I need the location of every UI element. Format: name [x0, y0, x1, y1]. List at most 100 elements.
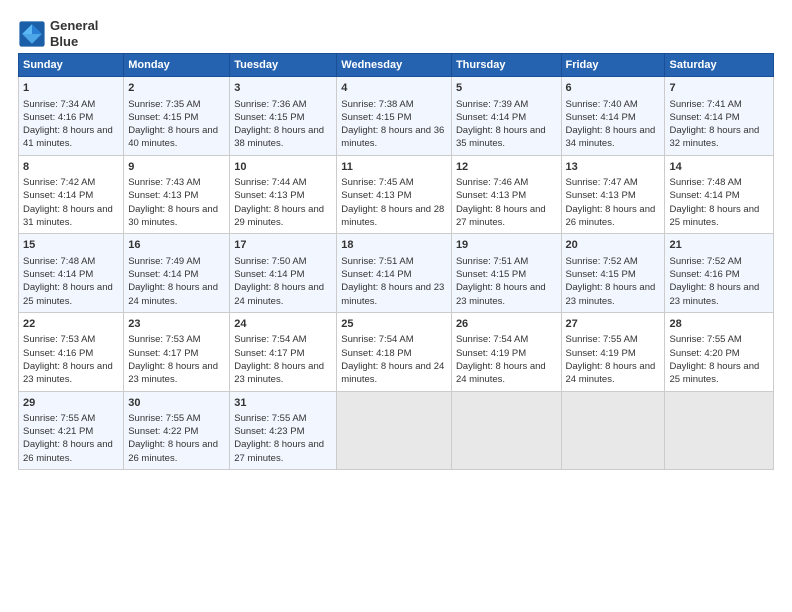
- day-number: 7: [669, 81, 769, 96]
- calendar-cell: [561, 391, 665, 470]
- day-number: 15: [23, 238, 119, 253]
- daylight: Daylight: 8 hours and 40 minutes.: [128, 125, 218, 149]
- calendar-cell: 24Sunrise: 7:54 AMSunset: 4:17 PMDayligh…: [230, 312, 337, 391]
- day-number: 12: [456, 160, 557, 175]
- col-header-wednesday: Wednesday: [337, 54, 452, 77]
- sunrise: Sunrise: 7:54 AM: [456, 334, 528, 345]
- calendar-cell: [451, 391, 561, 470]
- sunrise: Sunrise: 7:42 AM: [23, 177, 95, 188]
- calendar-cell: [337, 391, 452, 470]
- sunrise: Sunrise: 7:55 AM: [23, 413, 95, 424]
- calendar-cell: 13Sunrise: 7:47 AMSunset: 4:13 PMDayligh…: [561, 155, 665, 234]
- sunset: Sunset: 4:19 PM: [456, 348, 526, 359]
- day-number: 1: [23, 81, 119, 96]
- calendar-cell: 18 Sunrise: 7:51 AM Sunset: 4:14 PM Dayligh…: [337, 234, 452, 313]
- sunset: Sunset: 4:14 PM: [669, 190, 739, 201]
- day-number: 24: [234, 317, 332, 332]
- daylight: Daylight: 8 hours and 24 minutes.: [234, 282, 324, 306]
- sunset: Sunset: 4:14 PM: [23, 269, 93, 280]
- calendar-cell: 6Sunrise: 7:40 AMSunset: 4:14 PMDaylight…: [561, 77, 665, 156]
- sunset: Sunset: 4:16 PM: [23, 112, 93, 123]
- daylight: Daylight: 8 hours and 34 minutes.: [566, 125, 656, 149]
- sunrise: Sunrise: 7:51 AM: [341, 256, 413, 267]
- sunrise: Sunrise: 7:55 AM: [566, 334, 638, 345]
- day-number: 28: [669, 317, 769, 332]
- sunset: Sunset: 4:15 PM: [456, 269, 526, 280]
- day-number: 14: [669, 160, 769, 175]
- sunset: Sunset: 4:20 PM: [669, 348, 739, 359]
- daylight: Daylight: 8 hours and 41 minutes.: [23, 125, 113, 149]
- daylight: Daylight: 8 hours and 36 minutes.: [341, 125, 444, 149]
- calendar-cell: 2 Sunrise: 7:35 AM Sunset: 4:15 PM Daylight…: [124, 77, 230, 156]
- daylight: Daylight: 8 hours and 23 minutes.: [566, 282, 656, 306]
- sunset: Sunset: 4:14 PM: [669, 112, 739, 123]
- daylight: Daylight: 8 hours and 23 minutes.: [234, 361, 324, 385]
- day-number: 2: [128, 81, 225, 96]
- calendar-cell: 29Sunrise: 7:55 AMSunset: 4:21 PMDayligh…: [19, 391, 124, 470]
- day-number: 26: [456, 317, 557, 332]
- daylight: Daylight: 8 hours and 23 minutes.: [128, 361, 218, 385]
- calendar-cell: 16Sunrise: 7:49 AMSunset: 4:14 PMDayligh…: [124, 234, 230, 313]
- daylight: Daylight: 8 hours and 25 minutes.: [669, 361, 759, 385]
- calendar-cell: 12Sunrise: 7:46 AMSunset: 4:13 PMDayligh…: [451, 155, 561, 234]
- day-number: 6: [566, 81, 661, 96]
- daylight: Daylight: 8 hours and 23 minutes.: [456, 282, 546, 306]
- daylight: Daylight: 8 hours and 28 minutes.: [341, 204, 444, 228]
- page: General Blue SundayMondayTuesdayWednesda…: [0, 0, 792, 480]
- sunrise: Sunrise: 7:53 AM: [23, 334, 95, 345]
- daylight: Daylight: 8 hours and 26 minutes.: [128, 439, 218, 463]
- daylight: Daylight: 8 hours and 24 minutes.: [456, 361, 546, 385]
- sunset: Sunset: 4:15 PM: [128, 112, 198, 123]
- sunrise: Sunrise: 7:51 AM: [456, 256, 528, 267]
- day-number: 9: [128, 160, 225, 175]
- sunset: Sunset: 4:13 PM: [128, 190, 198, 201]
- col-header-saturday: Saturday: [665, 54, 774, 77]
- sunrise: Sunrise: 7:48 AM: [669, 177, 741, 188]
- sunset: Sunset: 4:14 PM: [23, 190, 93, 201]
- daylight: Daylight: 8 hours and 26 minutes.: [23, 439, 113, 463]
- sunrise: Sunrise: 7:52 AM: [566, 256, 638, 267]
- calendar-cell: 30Sunrise: 7:55 AMSunset: 4:22 PMDayligh…: [124, 391, 230, 470]
- day-number: 31: [234, 396, 332, 411]
- calendar-cell: 20Sunrise: 7:52 AMSunset: 4:15 PMDayligh…: [561, 234, 665, 313]
- logo-icon: [18, 20, 46, 48]
- calendar-cell: 14 Sunrise: 7:48 AM Sunset: 4:14 PM Dayligh…: [665, 155, 774, 234]
- logo: General Blue: [18, 18, 98, 49]
- day-number: 21: [669, 238, 769, 253]
- calendar-cell: 22Sunrise: 7:53 AMSunset: 4:16 PMDayligh…: [19, 312, 124, 391]
- sunset: Sunset: 4:16 PM: [669, 269, 739, 280]
- daylight: Daylight: 8 hours and 30 minutes.: [128, 204, 218, 228]
- daylight: Daylight: 8 hours and 27 minutes.: [456, 204, 546, 228]
- day-number: 18: [341, 238, 447, 253]
- sunset: Sunset: 4:16 PM: [23, 348, 93, 359]
- calendar-cell: 31Sunrise: 7:55 AMSunset: 4:23 PMDayligh…: [230, 391, 337, 470]
- daylight: Daylight: 8 hours and 25 minutes.: [669, 204, 759, 228]
- sunset: Sunset: 4:17 PM: [128, 348, 198, 359]
- sunset: Sunset: 4:15 PM: [341, 112, 411, 123]
- day-number: 8: [23, 160, 119, 175]
- day-number: 3: [234, 81, 332, 96]
- sunrise: Sunrise: 7:55 AM: [128, 413, 200, 424]
- sunrise: Sunrise: 7:55 AM: [234, 413, 306, 424]
- calendar-cell: 17Sunrise: 7:50 AMSunset: 4:14 PMDayligh…: [230, 234, 337, 313]
- sunrise: Sunrise: 7:38 AM: [341, 99, 413, 110]
- calendar-cell: [665, 391, 774, 470]
- sunset: Sunset: 4:14 PM: [341, 269, 411, 280]
- calendar-cell: 3Sunrise: 7:36 AMSunset: 4:15 PMDaylight…: [230, 77, 337, 156]
- day-number: 13: [566, 160, 661, 175]
- daylight: Daylight: 8 hours and 27 minutes.: [234, 439, 324, 463]
- daylight: Daylight: 8 hours and 31 minutes.: [23, 204, 113, 228]
- day-number: 29: [23, 396, 119, 411]
- daylight: Daylight: 8 hours and 23 minutes.: [341, 282, 444, 306]
- logo-text: General Blue: [50, 18, 98, 49]
- sunrise: Sunrise: 7:34 AM: [23, 99, 95, 110]
- calendar-cell: 1 Sunrise: 7:34 AM Sunset: 4:16 PM Daylight…: [19, 77, 124, 156]
- sunset: Sunset: 4:22 PM: [128, 426, 198, 437]
- sunrise: Sunrise: 7:35 AM: [128, 99, 200, 110]
- daylight: Daylight: 8 hours and 29 minutes.: [234, 204, 324, 228]
- calendar-table: SundayMondayTuesdayWednesdayThursdayFrid…: [18, 53, 774, 470]
- sunset: Sunset: 4:13 PM: [234, 190, 304, 201]
- calendar-cell: 15Sunrise: 7:48 AMSunset: 4:14 PMDayligh…: [19, 234, 124, 313]
- daylight: Daylight: 8 hours and 38 minutes.: [234, 125, 324, 149]
- sunset: Sunset: 4:18 PM: [341, 348, 411, 359]
